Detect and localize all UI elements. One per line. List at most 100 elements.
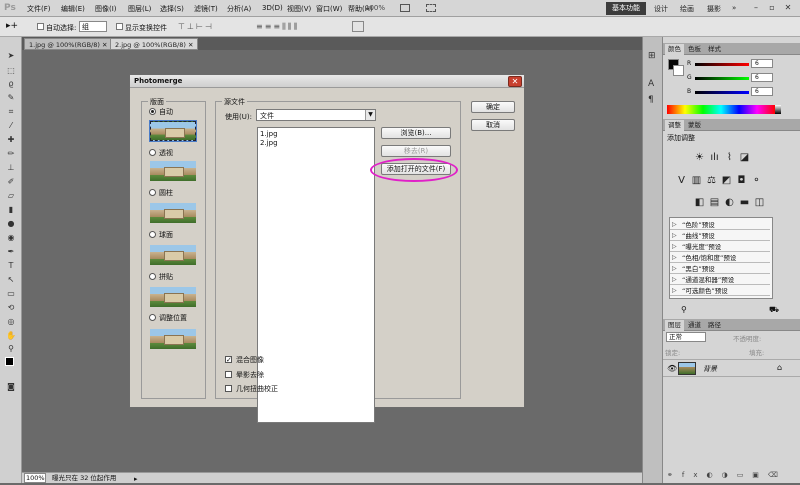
- 3d-rotate-icon[interactable]: ⟲: [6, 303, 16, 312]
- vignette-removal-label[interactable]: 晕影去除: [236, 370, 264, 380]
- history-panel-icon[interactable]: ⊞: [648, 51, 656, 61]
- file-list[interactable]: 1.jpg 2.jpg: [257, 127, 375, 423]
- character-panel-icon[interactable]: A: [648, 79, 654, 89]
- stamp-icon[interactable]: ⊥: [6, 163, 16, 172]
- preset-channel-mixer[interactable]: “通道混和器”预设: [670, 275, 770, 285]
- path-select-icon[interactable]: ↖: [6, 275, 16, 284]
- show-transform-checkbox[interactable]: [116, 23, 123, 30]
- browse-button[interactable]: 浏览(B)...: [381, 127, 451, 139]
- posterize-icon[interactable]: ▤: [709, 197, 720, 208]
- use-select[interactable]: 文件 ▼: [256, 109, 376, 121]
- paragraph-panel-icon[interactable]: ¶: [648, 95, 654, 105]
- layout-spherical-thumb[interactable]: [150, 245, 196, 265]
- menu-window[interactable]: 窗口(W): [316, 4, 342, 14]
- color-balance-icon[interactable]: ⚖: [706, 175, 717, 186]
- preset-curves[interactable]: “曲线”预设: [670, 231, 770, 241]
- blend-images-checkbox[interactable]: ✓: [225, 356, 232, 364]
- preset-hue-saturation[interactable]: “色相/饱和度”预设: [670, 253, 770, 263]
- tab-close-icon[interactable]: ✕: [102, 41, 107, 49]
- menu-image[interactable]: 图像(I): [95, 4, 117, 14]
- tab-layers[interactable]: 图层: [665, 320, 684, 331]
- status-zoom[interactable]: 100%: [24, 473, 46, 483]
- layout-reposition-label[interactable]: 调整位置: [159, 313, 187, 323]
- minimize-icon[interactable]: –: [750, 2, 762, 14]
- selective-color-icon[interactable]: ◫: [754, 197, 765, 208]
- auto-select-dropdown[interactable]: 组: [79, 21, 107, 32]
- layout-cylindrical-radio[interactable]: [149, 189, 156, 196]
- healing-icon[interactable]: ✚: [6, 135, 16, 144]
- layout-spherical-radio[interactable]: [149, 231, 156, 238]
- quick-mask-icon[interactable]: ◙: [6, 382, 16, 391]
- layout-collage-thumb[interactable]: [150, 287, 196, 307]
- align-icons[interactable]: ⊤⊥⊢⊣: [178, 22, 214, 31]
- curves-icon[interactable]: ⌇: [724, 152, 735, 163]
- workspace-photography[interactable]: 摄影: [707, 4, 721, 14]
- auto-align-icon[interactable]: [352, 21, 364, 32]
- 3d-orbit-icon[interactable]: ◎: [6, 317, 16, 326]
- workspace-basic[interactable]: 基本功能: [606, 2, 646, 15]
- tab-styles[interactable]: 样式: [705, 44, 724, 55]
- clip-icon[interactable]: ⚲: [681, 305, 687, 314]
- workspace-design[interactable]: 设计: [654, 4, 668, 14]
- channel-r-value[interactable]: 6: [751, 59, 773, 68]
- menu-view[interactable]: 视图(V): [287, 4, 311, 14]
- channel-mixer-icon[interactable]: ⚬: [751, 175, 762, 186]
- visibility-eye-icon[interactable]: 👁: [667, 364, 677, 373]
- layout-reposition-radio[interactable]: [149, 314, 156, 321]
- eyedropper-icon[interactable]: ⁄: [6, 121, 16, 130]
- bw-ramp[interactable]: [775, 105, 781, 114]
- tab-color[interactable]: 颜色: [665, 44, 684, 55]
- type-icon[interactable]: T: [6, 261, 16, 270]
- file-list-item[interactable]: 2.jpg: [260, 139, 278, 147]
- color-bg-swatch[interactable]: [673, 65, 684, 76]
- brightness-icon[interactable]: ☀: [694, 152, 705, 163]
- preset-black-white[interactable]: “黑白”预设: [670, 264, 770, 274]
- layer-bottom-icons[interactable]: ⚭fx◐◑▭▣⌫: [667, 471, 787, 479]
- menu-layer[interactable]: 图层(L): [128, 4, 151, 14]
- zoom-level[interactable]: 100%: [365, 4, 385, 12]
- quick-select-icon[interactable]: ✎: [6, 93, 16, 102]
- menu-select[interactable]: 选择(S): [160, 4, 184, 14]
- tab-masks[interactable]: 蒙版: [685, 120, 704, 131]
- exposure-icon[interactable]: ◪: [739, 152, 750, 163]
- arrange-icon[interactable]: [400, 4, 410, 12]
- dodge-icon[interactable]: ◉: [6, 233, 16, 242]
- layout-perspective-label[interactable]: 透视: [159, 148, 173, 158]
- menu-filter[interactable]: 滤镜(T): [194, 4, 218, 14]
- adjust-trash-icon[interactable]: ⛟: [769, 305, 779, 315]
- layout-cylindrical-thumb[interactable]: [150, 203, 196, 223]
- workspace-painting[interactable]: 绘画: [680, 4, 694, 14]
- brush-icon[interactable]: ✏: [6, 149, 16, 158]
- threshold-icon[interactable]: ◐: [724, 197, 735, 208]
- layout-spherical-label[interactable]: 球面: [159, 230, 173, 240]
- geometric-distortion-label[interactable]: 几何扭曲校正: [236, 384, 278, 394]
- tab-channels[interactable]: 通道: [685, 320, 704, 331]
- status-arrow-icon[interactable]: ▸: [134, 474, 138, 485]
- layout-auto-label[interactable]: 自动: [159, 107, 173, 117]
- blend-images-label[interactable]: 混合图像: [236, 355, 264, 365]
- hand-icon[interactable]: ✋: [6, 331, 16, 340]
- tab-paths[interactable]: 路径: [705, 320, 724, 331]
- layout-perspective-radio[interactable]: [149, 149, 156, 156]
- photo-filter-icon[interactable]: ◘: [736, 175, 747, 186]
- black-white-icon[interactable]: ◩: [721, 175, 732, 186]
- chevron-down-icon[interactable]: ▼: [365, 110, 375, 120]
- remove-button[interactable]: 移去(R): [381, 145, 451, 157]
- hue-sat-icon[interactable]: ▥: [691, 175, 702, 186]
- preset-levels[interactable]: “色阶”预设: [670, 220, 770, 230]
- pen-icon[interactable]: ✒: [6, 247, 16, 256]
- vignette-removal-checkbox[interactable]: [225, 371, 232, 378]
- menu-analysis[interactable]: 分析(A): [227, 4, 251, 14]
- history-brush-icon[interactable]: ✐: [6, 177, 16, 186]
- tab-adjustments[interactable]: 调整: [665, 120, 684, 131]
- dialog-close-button[interactable]: ✕: [508, 76, 522, 87]
- channel-g-slider[interactable]: [695, 77, 749, 80]
- preset-exposure[interactable]: “曝光度”预设: [670, 242, 770, 252]
- menu-3d[interactable]: 3D(D): [262, 4, 283, 12]
- channel-g-value[interactable]: 6: [751, 73, 773, 82]
- layout-auto-radio[interactable]: [149, 108, 156, 115]
- screen-mode-icon[interactable]: [426, 4, 436, 12]
- tab-swatches[interactable]: 色板: [685, 44, 704, 55]
- channel-b-slider[interactable]: [695, 91, 749, 94]
- tab-close-icon[interactable]: ✕: [188, 41, 193, 49]
